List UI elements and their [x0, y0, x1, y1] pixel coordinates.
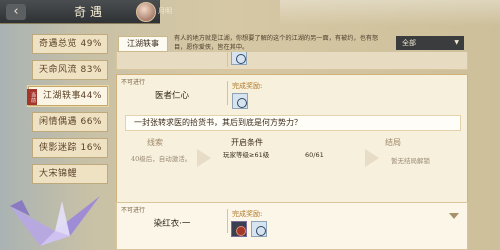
sidebar-item-label: 江湖轶事	[43, 91, 82, 101]
filter-dropdown[interactable]: 全部 ▼	[396, 36, 464, 50]
card-divider	[227, 52, 228, 67]
arrow-right-icon	[197, 149, 211, 167]
branch-condition[interactable]: 开启条件 玩家等级≥61级 60/61	[217, 135, 367, 189]
arrow-right-icon	[365, 149, 379, 167]
sidebar-item-leisure[interactable]: 闲情偶遇 66%	[32, 112, 108, 132]
sidebar-item-percent: 49%	[80, 39, 102, 49]
scroll-icon[interactable]	[232, 93, 248, 109]
sidebar-item-percent: 83%	[80, 65, 102, 75]
sidebar-item-percent: 66%	[80, 117, 102, 127]
requirement-text: 玩家等级≥61级	[223, 151, 270, 159]
paper-crane-icon	[10, 196, 100, 246]
scroll-icon	[231, 52, 247, 65]
user-name: 月明	[158, 7, 172, 15]
chevron-left-icon: ‹	[13, 4, 19, 19]
sidebar-item-fate[interactable]: 天命风流 83%	[32, 60, 108, 80]
avatar[interactable]	[136, 2, 156, 22]
caret-down-icon: ▼	[454, 39, 459, 46]
sidebar-item-percent: 44%	[80, 91, 102, 101]
sidebar-item-shadow[interactable]: 侠影迷踪 16%	[32, 138, 108, 158]
adventure-list: 不可进行 医者仁心 完成奖励: 一封张转求医的拾货书，其后到底是何方势力？ 线索…	[116, 52, 468, 250]
back-button[interactable]: ‹	[6, 4, 26, 20]
sidebar-item-label: 侠影迷踪	[39, 143, 78, 153]
reward-label: 完成奖励:	[232, 210, 263, 218]
sidebar-item-percent: 16%	[80, 143, 102, 153]
sidebar-item-overview[interactable]: 奇遇总览 49%	[32, 34, 108, 54]
sidebar-item-label: 奇遇总览	[39, 39, 78, 49]
branch-title: 开启条件	[231, 138, 263, 147]
branch-title: 线索	[147, 138, 163, 147]
category-label: 江湖轶事	[118, 36, 168, 52]
bloodstone-icon[interactable]	[231, 221, 247, 237]
sidebar-item-label: 闲情偶遇	[39, 117, 78, 127]
sidebar-item-label: 天命风流	[39, 65, 78, 75]
branch-title: 结局	[385, 138, 401, 147]
page-title: 奇遇	[73, 5, 106, 19]
card-status: 不可进行	[121, 207, 146, 214]
reward-label: 完成奖励:	[232, 82, 263, 90]
category-description: 有人的地方就是江湖，你想要了解的这个的江湖的另一面，有被约，也有怒目，愿你爱侠，…	[174, 35, 379, 51]
expand-arrow-icon[interactable]	[449, 213, 459, 219]
top-decoration	[280, 0, 500, 26]
branch-text: 40级后，自动激活。	[131, 155, 192, 163]
branch-area: 线索 40级后，自动激活。 开启条件 玩家等级≥61级 60/61 结局 暂无结…	[125, 135, 461, 189]
adventure-card-expanded[interactable]: 不可进行 医者仁心 完成奖励: 一封张转求医的拾货书，其后到底是何方势力？ 线索…	[116, 74, 468, 218]
card-name: 医者仁心	[154, 91, 189, 101]
requirement-progress: 60/61	[305, 151, 324, 159]
branch-text: 暂无结局解锁	[391, 157, 430, 165]
title-bar: ‹ 奇遇	[0, 0, 160, 24]
current-tab-tag: 当前	[27, 89, 37, 105]
adventure-question: 一封张转求医的拾货书，其后到底是何方势力？	[125, 115, 461, 131]
scroll-icon[interactable]	[251, 221, 267, 237]
branch-ending[interactable]: 结局 暂无结局解锁	[381, 135, 461, 189]
card-divider	[227, 209, 228, 233]
card-name: 染红衣·一	[153, 219, 191, 229]
sidebar-item-jianghu[interactable]: 当前 江湖轶事 44%	[27, 86, 108, 106]
card-divider	[227, 81, 228, 105]
filter-dropdown-value: 全部	[402, 39, 416, 47]
card-status: 不可进行	[121, 79, 146, 86]
adventure-card[interactable]: 不可进行 染红衣·一 完成奖励:	[116, 202, 468, 250]
adventure-card[interactable]	[116, 52, 468, 70]
